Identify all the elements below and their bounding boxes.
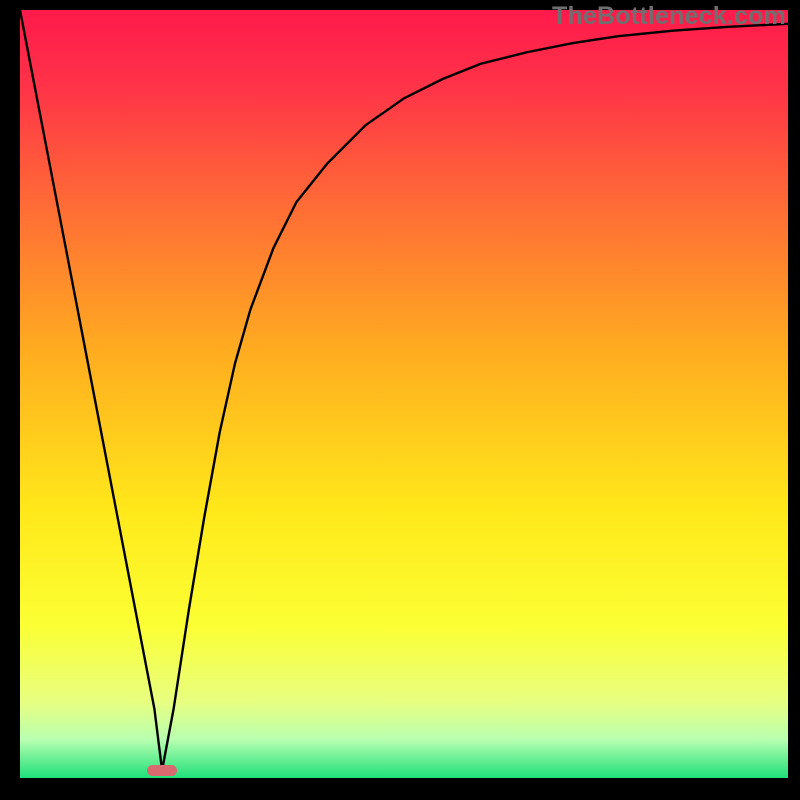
chart-frame	[20, 10, 788, 778]
bottleneck-chart	[20, 10, 788, 778]
watermark-text: TheBottleneck.com	[552, 2, 786, 31]
chart-background	[20, 10, 788, 778]
optimum-marker	[147, 765, 178, 776]
